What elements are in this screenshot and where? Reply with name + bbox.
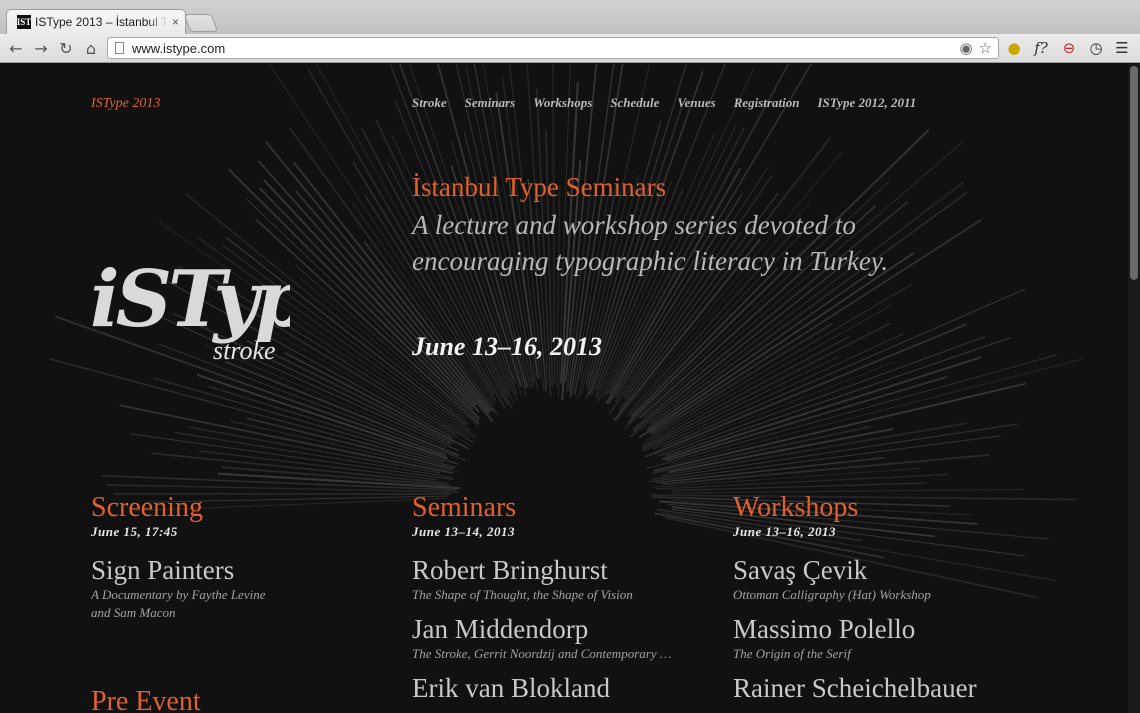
hero-tagline: A lecture and workshop series devoted to…	[412, 210, 889, 276]
nav-workshops[interactable]: Workshops	[533, 95, 592, 111]
entry-name: Jan Middendorp	[412, 614, 589, 644]
burst-stroke	[662, 356, 981, 461]
reload-icon[interactable]: ↻	[56, 39, 76, 58]
burst-stroke	[664, 337, 1011, 457]
list-item[interactable]: Rainer Scheichelbauer	[733, 673, 977, 704]
arrow-left-icon[interactable]: ←	[6, 39, 26, 58]
burst-stroke	[645, 323, 967, 458]
burst-stroke	[196, 374, 448, 459]
screening-heading[interactable]: Screening	[91, 492, 276, 524]
hero-title: İstanbul Type Seminars	[412, 172, 667, 202]
entry-name: Robert Bringhurst	[412, 555, 608, 585]
entry-name: Savaş Çevik	[733, 555, 868, 585]
star-icon[interactable]: ☆	[979, 39, 992, 57]
burst-stroke	[663, 288, 1026, 448]
entry-subtitle: A Documentary by Faythe Levine and Sam M…	[91, 587, 266, 620]
screening-column: Screening June 15, 17:45 Sign Painters A…	[91, 492, 276, 713]
clock-icon[interactable]: ◷	[1086, 39, 1106, 57]
tab-strip: IST ISType 2013 – İstanbul Type Seminars…	[0, 0, 1140, 34]
entry-name: Erik van Blokland	[412, 673, 610, 703]
roundel-extension-icon[interactable]: ⊖	[1059, 39, 1079, 57]
burst-stroke	[639, 252, 915, 438]
istype-logo: iSType stroke	[90, 254, 290, 365]
nav-registration[interactable]: Registration	[734, 95, 800, 111]
browser-tab[interactable]: IST ISType 2013 – İstanbul Type Seminars…	[6, 9, 186, 34]
nav-istype-past[interactable]: ISType 2012, 2011	[817, 95, 916, 111]
workshops-column: Workshops June 13–16, 2013 Savaş Çevik O…	[733, 492, 977, 713]
tab-title: ISType 2013 – İstanbul Type Seminars	[35, 15, 168, 29]
seminars-date: June 13–14, 2013	[412, 524, 515, 539]
entry-subtitle: Ottoman Calligraphy (Hat) Workshop	[733, 587, 931, 602]
entry-name: Sign Painters	[91, 555, 235, 585]
entry-name: Rainer Scheichelbauer	[733, 673, 977, 703]
workshops-heading[interactable]: Workshops	[733, 492, 977, 524]
address-bar[interactable]: www.istype.com ◉ ☆	[107, 37, 999, 59]
extension-icon[interactable]: ●	[1004, 39, 1024, 57]
list-item[interactable]: Massimo Polello The Origin of the Serif	[733, 614, 977, 663]
list-item[interactable]: Erik van Blokland	[412, 673, 671, 704]
font-extension-icon[interactable]: f?	[1031, 39, 1051, 57]
site-id[interactable]: ISType 2013	[91, 96, 160, 112]
workshops-date: June 13–16, 2013	[733, 524, 836, 539]
web-page: ISType 2013 Stroke Seminars Workshops Sc…	[0, 64, 1128, 713]
seminars-heading[interactable]: Seminars	[412, 492, 671, 524]
lightbulb-icon[interactable]: ◉	[959, 39, 972, 57]
page-icon	[115, 42, 124, 54]
nav-schedule[interactable]: Schedule	[610, 95, 659, 111]
main-nav: Stroke Seminars Workshops Schedule Venue…	[412, 95, 934, 111]
list-item[interactable]: Jan Middendorp The Stroke, Gerrit Noordz…	[412, 614, 671, 663]
nav-venues[interactable]: Venues	[677, 95, 715, 111]
entry-subtitle: The Origin of the Serif	[733, 646, 851, 661]
hero-date: June 13–16, 2013	[412, 332, 602, 361]
screening-date: June 15, 17:45	[91, 524, 178, 539]
browser-toolbar: ← → ↻ ⌂ www.istype.com ◉ ☆ ● f? ⊖ ◷ ☰	[0, 34, 1140, 63]
seminars-column: Seminars June 13–14, 2013 Robert Bringhu…	[412, 492, 671, 713]
pre-event-heading[interactable]: Pre Event	[91, 686, 276, 713]
entry-subtitle: The Shape of Thought, the Shape of Visio…	[412, 587, 633, 602]
url-text: www.istype.com	[132, 40, 226, 56]
site-favicon-icon: IST	[16, 15, 32, 29]
home-icon[interactable]: ⌂	[81, 39, 101, 58]
scrollbar-thumb[interactable]	[1130, 66, 1138, 280]
page-scrollbar[interactable]	[1128, 64, 1140, 713]
logo-subtitle: stroke	[213, 336, 276, 365]
new-tab-button[interactable]	[183, 14, 219, 32]
logo-wordmark: iSType	[90, 254, 290, 345]
list-item[interactable]: Sign Painters A Documentary by Faythe Le…	[91, 555, 276, 622]
close-tab-icon[interactable]: ×	[172, 15, 179, 29]
arrow-right-icon[interactable]: →	[31, 39, 51, 58]
nav-stroke[interactable]: Stroke	[412, 95, 447, 111]
hamburger-menu-icon[interactable]: ☰	[1112, 39, 1132, 57]
burst-stroke	[643, 140, 965, 418]
list-item[interactable]: Robert Bringhurst The Shape of Thought, …	[412, 555, 671, 604]
list-item[interactable]: Savaş Çevik Ottoman Calligraphy (Hat) Wo…	[733, 555, 977, 604]
entry-name: Massimo Polello	[733, 614, 916, 644]
nav-seminars[interactable]: Seminars	[465, 95, 516, 111]
entry-subtitle: The Stroke, Gerrit Noordzij and Contempo…	[412, 646, 672, 661]
